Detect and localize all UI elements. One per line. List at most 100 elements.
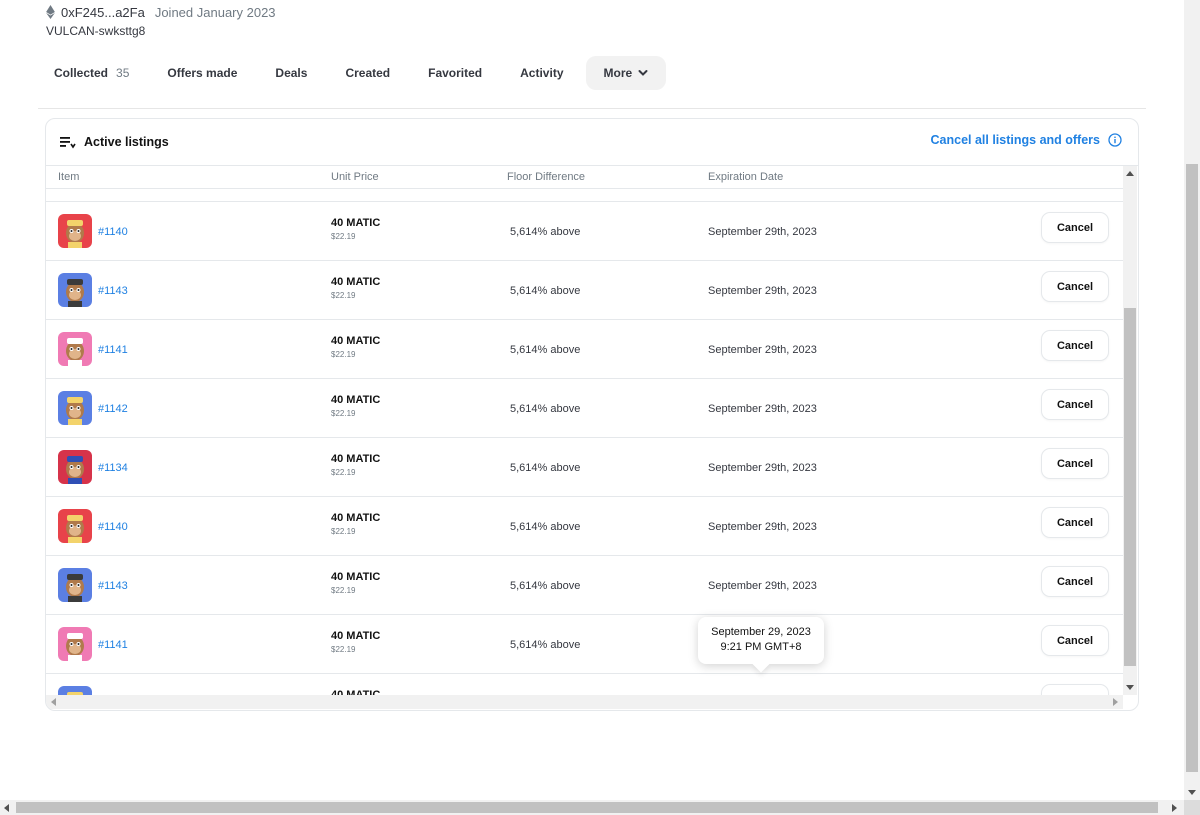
item-link[interactable]: #1141 — [98, 639, 128, 651]
table-row[interactable]: #1143 40 MATIC $22.19 5,614% above September… — [46, 556, 1123, 615]
active-listings-panel: Active listings Cancel all listings and … — [45, 118, 1139, 711]
column-header-unit-price: Unit Price — [331, 171, 379, 183]
cancel-all-button[interactable]: Cancel all listings and offers — [931, 133, 1123, 147]
item-link[interactable]: #1140 — [98, 521, 128, 533]
nft-thumbnail[interactable] — [58, 273, 92, 307]
floor-difference: 5,614% above — [510, 462, 581, 474]
info-icon[interactable] — [1108, 133, 1122, 147]
table-row[interactable]: #1141 40 MATIC $22.19 5,614% above September… — [46, 320, 1123, 379]
table-row[interactable]: #1140 40 MATIC $22.19 5,614% above September… — [46, 202, 1123, 261]
tab-label: Created — [345, 66, 391, 80]
scroll-down-arrow-icon[interactable] — [1126, 685, 1134, 690]
nft-thumbnail[interactable] — [58, 450, 92, 484]
price-matic: 40 MATIC — [331, 394, 381, 406]
table-row[interactable]: #1140 40 MATIC $22.19 5,614% above September… — [46, 497, 1123, 556]
chevron-down-icon — [638, 70, 648, 76]
column-header-expiration-date: Expiration Date — [708, 171, 784, 183]
tab-label: Activity — [520, 66, 564, 80]
expiration-date[interactable]: September 29th, 2023 — [708, 285, 817, 297]
item-link[interactable]: #1143 — [98, 285, 128, 297]
nft-thumbnail[interactable] — [58, 509, 92, 543]
panel-header: Active listings Cancel all listings and … — [46, 119, 1138, 166]
tab-activity[interactable]: Activity — [504, 56, 579, 90]
page-vertical-scrollbar[interactable] — [1184, 0, 1200, 800]
scroll-up-arrow-icon[interactable] — [1126, 171, 1134, 176]
nft-thumbnail[interactable] — [58, 627, 92, 661]
cancel-listing-button[interactable]: Cancel — [1041, 271, 1109, 302]
page-scroll-thumb[interactable] — [1186, 164, 1198, 772]
nft-thumbnail[interactable] — [58, 686, 92, 695]
tab-offers-made[interactable]: Offers made — [151, 56, 253, 90]
item-link[interactable]: #1143 — [98, 580, 128, 592]
tab-label: Collected — [54, 66, 109, 80]
nft-thumbnail[interactable] — [58, 568, 92, 602]
price-matic: 40 MATIC — [331, 453, 381, 465]
item-link[interactable]: #1140 — [98, 226, 128, 238]
tab-more[interactable]: More — [585, 56, 667, 90]
sort-list-icon — [60, 137, 76, 149]
tooltip-time: 9:21 PM GMT+8 — [720, 641, 802, 653]
table-row[interactable]: #1143 40 MATIC $22.19 5,614% above September… — [46, 261, 1123, 320]
panel-title: Active listings — [84, 135, 169, 149]
cancel-listing-button[interactable]: Cancel — [1041, 389, 1109, 420]
scroll-right-arrow-icon[interactable] — [1113, 698, 1118, 706]
nft-thumbnail[interactable] — [58, 332, 92, 366]
page-hscroll-thumb[interactable] — [16, 802, 1158, 813]
tab-label: Deals — [275, 66, 308, 80]
cancel-listing-button[interactable]: Cancel — [1041, 625, 1109, 656]
page-scroll-right-arrow-icon[interactable] — [1172, 804, 1177, 812]
table-row[interactable]: #1134 40 MATIC $22.19 5,614% above September… — [46, 438, 1123, 497]
expiration-date[interactable]: September 29th, 2023 — [708, 226, 817, 238]
scroll-left-arrow-icon[interactable] — [51, 698, 56, 706]
scroll-thumb[interactable] — [1124, 308, 1136, 666]
cancel-listing-button[interactable]: Cancel — [1041, 330, 1109, 361]
price-matic: 40 MATIC — [331, 276, 381, 288]
tab-collected[interactable]: Collected 35 — [38, 56, 145, 90]
tab-deals[interactable]: Deals — [259, 56, 323, 90]
price-matic: 40 MATIC — [331, 217, 381, 229]
nft-thumbnail[interactable] — [58, 214, 92, 248]
page-scroll-down-arrow-icon[interactable] — [1188, 790, 1196, 795]
wallet-address[interactable]: 0xF245...a2Fa — [61, 5, 145, 20]
item-link[interactable]: #1134 — [98, 462, 128, 474]
unit-price: 40 MATIC $22.19 — [331, 453, 380, 477]
tab-favorited[interactable]: Favorited — [412, 56, 498, 90]
cancel-listing-button[interactable]: Cancel — [1041, 212, 1109, 243]
table-row[interactable]: #114240 MATIC$22.195,614% aboveSeptember… — [46, 379, 1123, 438]
cancel-listing-button[interactable]: Cancel — [1041, 448, 1109, 479]
price-usd: $22.19 — [331, 645, 356, 654]
page-scroll-left-arrow-icon[interactable] — [4, 804, 9, 812]
item-link[interactable]: #1142 — [98, 403, 128, 415]
table-vertical-scrollbar[interactable] — [1123, 166, 1137, 695]
price-usd: $22.19 — [331, 350, 356, 359]
ethereum-icon — [46, 5, 55, 19]
price-usd: $22.19 — [331, 291, 356, 300]
cancel-listing-button[interactable]: Cancel — [1041, 684, 1109, 695]
page-horizontal-scrollbar[interactable] — [0, 800, 1184, 815]
cancel-listing-button[interactable]: Cancel — [1041, 507, 1109, 538]
table-horizontal-scrollbar[interactable] — [46, 695, 1123, 709]
expiration-date[interactable]: September 29th, 2023 — [708, 521, 817, 533]
expiration-date[interactable]: September 29th, 2023 — [708, 344, 817, 356]
cancel-all-label: Cancel all listings and offers — [930, 133, 1101, 147]
expiration-date[interactable]: September 29th, 2023 — [708, 403, 817, 415]
item-link[interactable]: #1141 — [98, 344, 128, 356]
floor-difference: 5,614% above — [510, 344, 581, 356]
table-row[interactable]: #114240 MATIC$22.195,614% aboveSeptember… — [46, 674, 1123, 695]
tab-created[interactable]: Created — [329, 56, 406, 90]
floor-difference: 5,614% above — [510, 285, 581, 297]
tab-count: 35 — [116, 66, 130, 80]
unit-price: 40 MATIC $22.19 — [331, 394, 380, 418]
cancel-listing-button[interactable]: Cancel — [1041, 566, 1109, 597]
expiration-date[interactable]: September 29th, 2023 — [708, 462, 817, 474]
tooltip-date: September 29, 2023 — [711, 626, 811, 638]
nft-thumbnail[interactable] — [58, 391, 92, 425]
price-usd: $22.19 — [331, 527, 356, 536]
username: VULCAN-swksttg8 — [46, 24, 146, 38]
price-matic: 40 MATIC — [331, 512, 381, 524]
unit-price: 40 MATIC $22.19 — [331, 276, 380, 300]
expiration-date[interactable]: September 29th, 2023 — [708, 580, 817, 592]
table-rows: #1140 40 MATIC $22.19 5,614% above September… — [46, 188, 1123, 695]
table-row[interactable]: #1141 40 MATIC $22.19 5,614% above September… — [46, 615, 1123, 674]
unit-price: 40 MATIC $22.19 — [331, 217, 380, 241]
